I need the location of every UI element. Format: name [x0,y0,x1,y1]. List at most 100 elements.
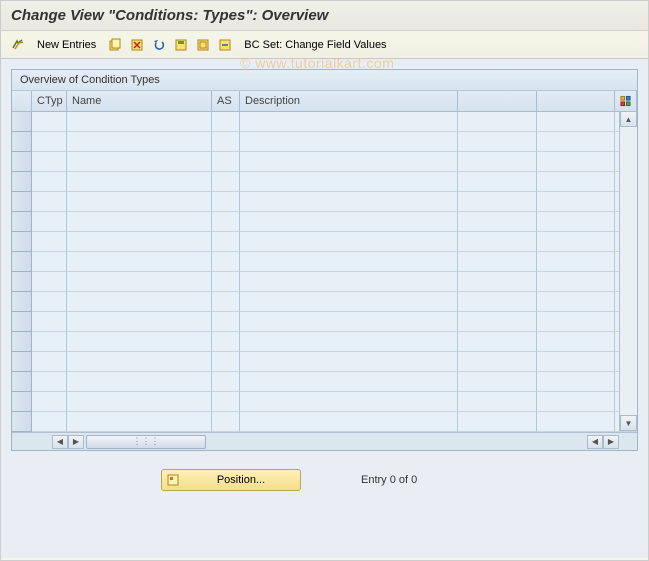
table-row[interactable] [12,152,637,172]
scroll-left-end-button[interactable]: ◀ [587,435,603,449]
cell-description[interactable] [240,392,458,412]
table-row[interactable] [12,392,637,412]
table-row[interactable] [12,272,637,292]
cell-ctyp[interactable] [32,392,67,412]
cell-blank2[interactable] [537,252,616,272]
scroll-left-button[interactable]: ◀ [52,435,68,449]
cell-as[interactable] [212,232,240,252]
cell-ctyp[interactable] [32,172,67,192]
cell-as[interactable] [212,412,240,432]
save-icon[interactable] [172,36,190,54]
cell-as[interactable] [212,212,240,232]
cell-blank1[interactable] [458,252,537,272]
toggle-icon[interactable] [9,36,27,54]
cell-blank2[interactable] [537,192,616,212]
cell-blank1[interactable] [458,232,537,252]
undo-icon[interactable] [150,36,168,54]
header-config[interactable] [615,91,637,111]
cell-description[interactable] [240,212,458,232]
cell-as[interactable] [212,332,240,352]
cell-blank2[interactable] [537,152,616,172]
cell-as[interactable] [212,132,240,152]
cell-blank1[interactable] [458,332,537,352]
cell-blank2[interactable] [537,232,616,252]
cell-description[interactable] [240,352,458,372]
cell-as[interactable] [212,272,240,292]
cell-ctyp[interactable] [32,192,67,212]
cell-blank1[interactable] [458,272,537,292]
cell-blank1[interactable] [458,172,537,192]
row-selector[interactable] [12,412,32,432]
cell-name[interactable] [67,192,212,212]
cell-name[interactable] [67,352,212,372]
cell-blank1[interactable] [458,352,537,372]
cell-description[interactable] [240,172,458,192]
row-selector[interactable] [12,232,32,252]
cell-blank2[interactable] [537,212,616,232]
table-row[interactable] [12,212,637,232]
cell-as[interactable] [212,372,240,392]
row-selector[interactable] [12,392,32,412]
vertical-scrollbar[interactable]: ▲ ▼ [619,111,637,431]
cell-blank2[interactable] [537,132,616,152]
cell-name[interactable] [67,312,212,332]
cell-description[interactable] [240,132,458,152]
cell-blank1[interactable] [458,192,537,212]
cell-ctyp[interactable] [32,292,67,312]
header-blank2[interactable] [537,91,616,111]
row-selector[interactable] [12,252,32,272]
cell-as[interactable] [212,292,240,312]
header-description[interactable]: Description [240,91,458,111]
scroll-right-end-button[interactable]: ▶ [603,435,619,449]
delete-icon[interactable] [128,36,146,54]
scroll-down-button[interactable]: ▼ [620,415,637,431]
cell-ctyp[interactable] [32,312,67,332]
cell-ctyp[interactable] [32,152,67,172]
cell-blank1[interactable] [458,212,537,232]
row-selector[interactable] [12,172,32,192]
cell-name[interactable] [67,412,212,432]
cell-blank2[interactable] [537,112,616,132]
scroll-right-button[interactable]: ▶ [68,435,84,449]
cell-ctyp[interactable] [32,412,67,432]
cell-name[interactable] [67,272,212,292]
cell-blank1[interactable] [458,392,537,412]
cell-ctyp[interactable] [32,212,67,232]
position-button[interactable]: Position... [161,469,301,491]
cell-as[interactable] [212,192,240,212]
table-row[interactable] [12,352,637,372]
cell-name[interactable] [67,332,212,352]
cell-blank2[interactable] [537,332,616,352]
new-entries-button[interactable]: New Entries [31,39,102,51]
cell-description[interactable] [240,192,458,212]
cell-description[interactable] [240,112,458,132]
cell-as[interactable] [212,152,240,172]
deselect-all-icon[interactable] [216,36,234,54]
table-row[interactable] [12,232,637,252]
copy-icon[interactable] [106,36,124,54]
cell-as[interactable] [212,352,240,372]
header-blank1[interactable] [458,91,537,111]
cell-blank1[interactable] [458,372,537,392]
cell-name[interactable] [67,212,212,232]
cell-blank2[interactable] [537,372,616,392]
table-row[interactable] [12,192,637,212]
cell-description[interactable] [240,332,458,352]
cell-name[interactable] [67,112,212,132]
cell-blank1[interactable] [458,312,537,332]
table-row[interactable] [12,412,637,432]
cell-as[interactable] [212,312,240,332]
horizontal-scrollbar[interactable]: ◀ ▶ ⋮⋮⋮ ◀ ▶ [12,432,637,450]
cell-description[interactable] [240,272,458,292]
header-as[interactable]: AS [212,91,240,111]
cell-blank1[interactable] [458,412,537,432]
cell-ctyp[interactable] [32,112,67,132]
cell-ctyp[interactable] [32,252,67,272]
cell-as[interactable] [212,172,240,192]
bc-set-button[interactable]: BC Set: Change Field Values [238,39,392,51]
cell-description[interactable] [240,152,458,172]
table-row[interactable] [12,252,637,272]
cell-description[interactable] [240,252,458,272]
cell-name[interactable] [67,132,212,152]
table-row[interactable] [12,172,637,192]
